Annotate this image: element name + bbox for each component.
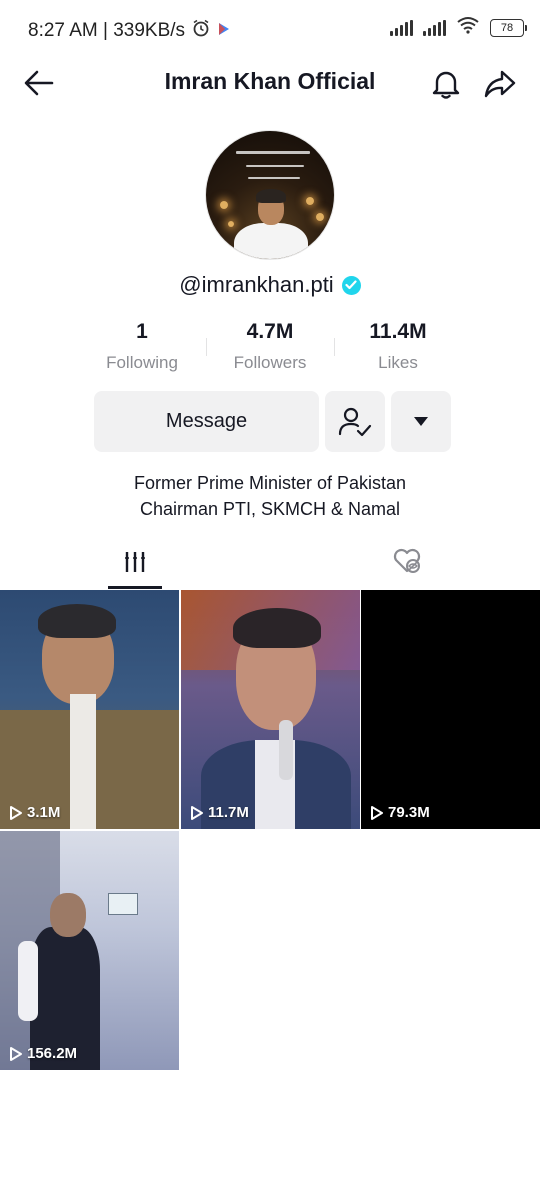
content-tabs	[0, 540, 540, 590]
video-thumbnail[interactable]: 3.1M	[0, 590, 179, 829]
avatar[interactable]	[205, 130, 335, 260]
avatar-text-line	[246, 165, 304, 167]
bell-icon	[432, 71, 460, 99]
video-view-count: 79.3M	[388, 804, 430, 821]
play-outline-icon	[10, 1046, 22, 1061]
profile-bio: Former Prime Minister of Pakistan Chairm…	[0, 470, 540, 522]
handle-row: @imrankhan.pti	[0, 272, 540, 298]
bio-line: Former Prime Minister of Pakistan	[133, 473, 407, 493]
status-left: 8:27 AM | 339KB/s	[28, 18, 231, 44]
thumb-figure	[38, 604, 116, 638]
battery-icon: 78	[490, 18, 527, 37]
avatar-lamp	[220, 201, 228, 209]
stat-value: 1	[136, 320, 148, 343]
more-options-button[interactable]	[391, 391, 451, 452]
message-button[interactable]: Message	[94, 391, 319, 452]
stat-label: Followers	[233, 353, 307, 372]
grid-bars-icon	[125, 552, 145, 572]
active-tab-indicator	[108, 586, 162, 589]
stat-value: 11.4M	[369, 320, 427, 343]
heart-hidden-icon	[393, 548, 421, 573]
video-thumbnail[interactable]: 11.7M	[181, 590, 360, 829]
stat-label: Likes	[378, 353, 418, 372]
video-views: 3.1M	[9, 804, 60, 821]
following-button[interactable]	[325, 391, 385, 452]
video-thumbnail[interactable]: 156.2M	[0, 831, 179, 1070]
avatar-figure-body	[234, 223, 308, 259]
play-outline-icon	[371, 805, 383, 820]
alarm-clock-icon	[191, 18, 211, 44]
avatar-lamp	[316, 213, 324, 221]
play-outline-icon	[191, 805, 203, 820]
username-handle: @imrankhan.pti	[179, 272, 334, 297]
thumb-figure	[233, 608, 321, 648]
signal-icon	[390, 19, 413, 36]
thumb-microphone	[279, 720, 293, 780]
avatar-text-line	[236, 151, 310, 154]
stat-label: Following	[106, 353, 178, 372]
status-right: 78	[390, 16, 527, 39]
caret-down-icon	[414, 417, 428, 426]
play-store-icon	[217, 20, 231, 42]
stat-likes[interactable]: 11.4M Likes	[334, 320, 462, 380]
wifi-icon	[456, 16, 480, 39]
video-views: 11.7M	[190, 804, 249, 821]
signal-icon-2	[423, 19, 446, 36]
avatar-text-line	[248, 177, 300, 179]
stat-value: 4.7M	[246, 320, 294, 343]
verified-badge-icon	[341, 275, 361, 295]
avatar-lamp	[228, 221, 234, 227]
profile-header: Imran Khan Official	[0, 58, 540, 108]
avatar-lamp	[306, 197, 314, 205]
notifications-button[interactable]	[428, 66, 464, 102]
stat-following[interactable]: 1 Following	[78, 320, 206, 380]
avatar-figure-hair	[256, 189, 286, 203]
profile-stats: 1 Following 4.7M Followers 11.4M Likes	[78, 320, 462, 380]
status-bar: 8:27 AM | 339KB/s 78	[0, 0, 540, 58]
video-view-count: 156.2M	[27, 1045, 78, 1062]
play-outline-icon	[10, 805, 22, 820]
thumb-figure	[18, 941, 38, 1021]
video-views: 156.2M	[9, 1045, 77, 1062]
tab-liked[interactable]	[380, 540, 434, 590]
status-time-speed: 8:27 AM | 339KB/s	[28, 20, 186, 41]
thumb-wall-panel	[108, 893, 138, 915]
share-arrow-icon	[484, 70, 516, 98]
stat-followers[interactable]: 4.7M Followers	[206, 320, 334, 380]
video-view-count: 11.7M	[208, 804, 249, 821]
bio-line: Chairman PTI, SKMCH & Namal	[139, 499, 401, 519]
share-button[interactable]	[482, 66, 518, 102]
video-thumbnail[interactable]: 79.3M	[361, 590, 540, 829]
thumb-figure	[50, 893, 86, 937]
video-view-count: 3.1M	[27, 804, 61, 821]
user-check-icon	[338, 407, 372, 436]
video-views: 79.3M	[370, 804, 430, 821]
tab-videos[interactable]	[108, 540, 162, 590]
thumb-figure	[70, 694, 96, 829]
